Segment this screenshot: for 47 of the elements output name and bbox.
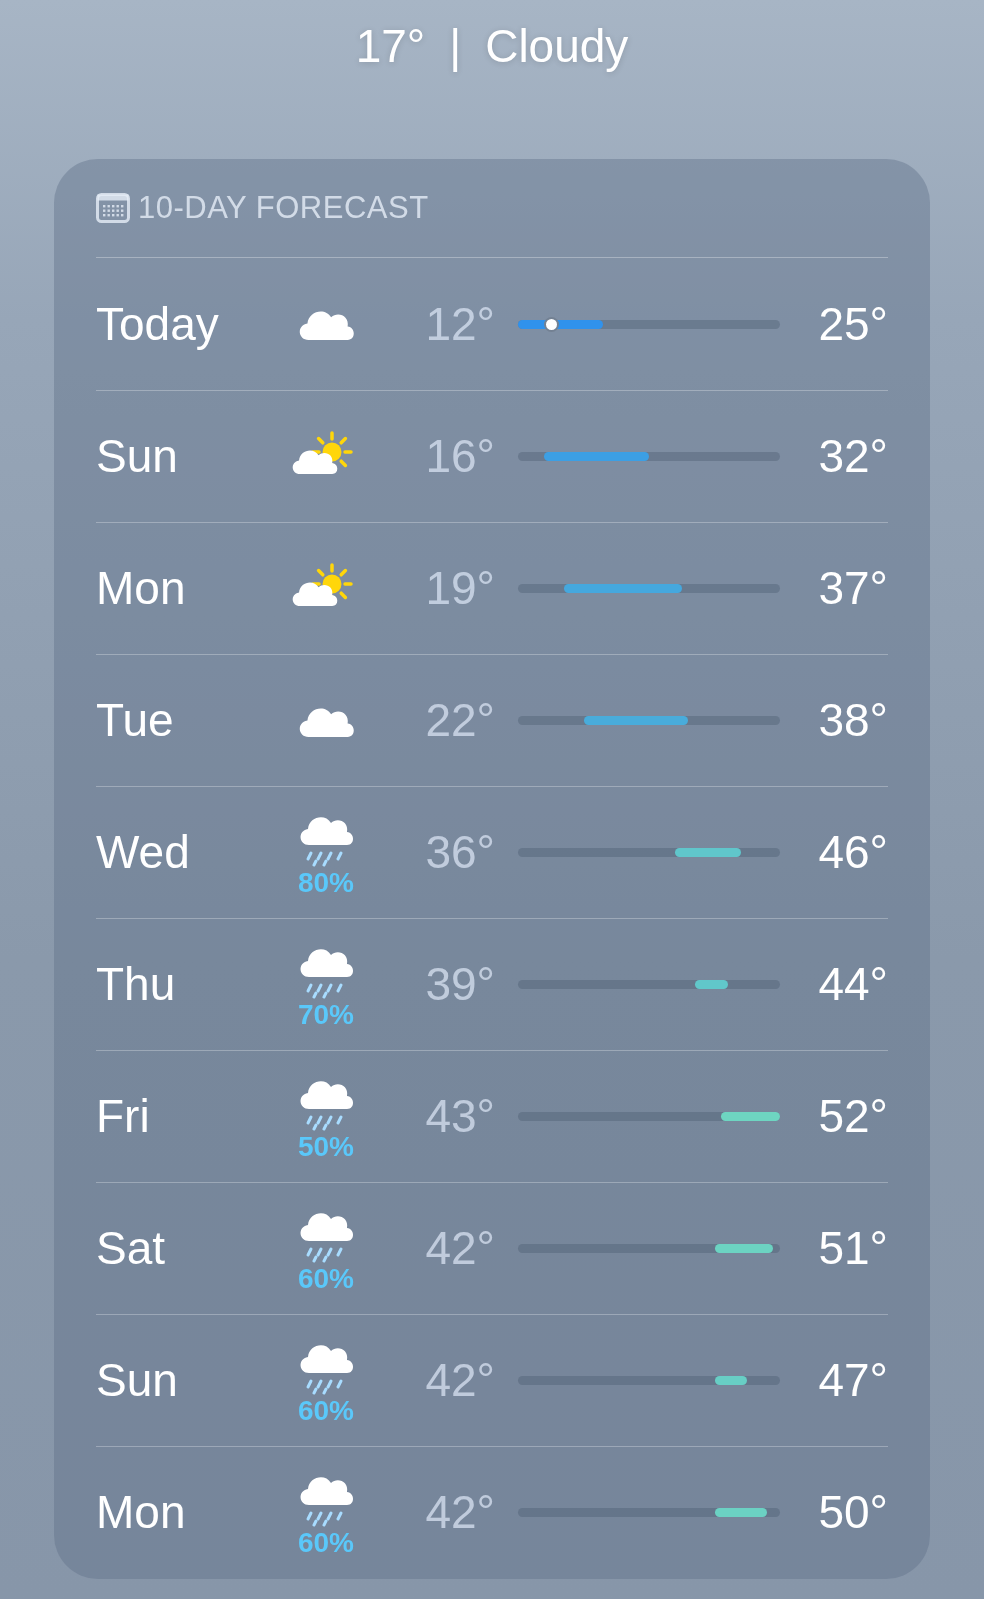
separator: |	[449, 18, 462, 74]
high-temperature: 37°	[817, 561, 888, 616]
temperature-range-fill	[675, 848, 741, 857]
low-temperature: 36°	[424, 825, 495, 880]
day-label: Wed	[96, 825, 191, 880]
high-temperature: 32°	[817, 429, 888, 484]
day-label: Mon	[96, 1485, 187, 1540]
precipitation-chance: 60%	[297, 1528, 354, 1557]
low-temperature: 19°	[424, 561, 495, 616]
precipitation-chance: 60%	[297, 1396, 354, 1425]
day-label: Sun	[96, 429, 179, 484]
calendar-icon	[96, 193, 130, 223]
day-label: Tue	[96, 693, 175, 748]
high-temperature: 52°	[817, 1089, 888, 1144]
high-temperature: 51°	[817, 1221, 888, 1276]
precipitation-chance: 80%	[297, 868, 354, 897]
low-temperature: 22°	[424, 693, 495, 748]
high-temperature: 25°	[817, 296, 888, 352]
high-temperature: 44°	[817, 957, 888, 1012]
low-temperature: 43°	[424, 1089, 495, 1144]
precipitation-chance: 70%	[297, 1000, 354, 1029]
current-condition: Cloudy	[485, 18, 629, 74]
low-temperature: 12°	[424, 296, 495, 352]
low-temperature: 16°	[424, 429, 495, 484]
high-temperature: 47°	[817, 1353, 888, 1408]
temperature-range-fill	[721, 1112, 780, 1121]
day-label: Sat	[96, 1221, 167, 1276]
low-temperature: 42°	[424, 1353, 495, 1408]
precipitation-chance: 60%	[297, 1264, 354, 1293]
day-label: Mon	[96, 561, 187, 616]
section-title: 10-DAY FORECAST	[138, 188, 429, 227]
high-temperature: 50°	[817, 1485, 888, 1540]
high-temperature: 38°	[817, 693, 888, 748]
day-label: Today	[96, 296, 220, 352]
temperature-range-fill	[714, 1376, 748, 1385]
low-temperature: 42°	[424, 1485, 495, 1540]
day-label: Thu	[96, 957, 177, 1012]
current-temperature: 17°	[355, 18, 426, 74]
temperature-range-fill	[714, 1508, 767, 1517]
low-temperature: 39°	[424, 957, 495, 1012]
day-label: Sun	[96, 1353, 179, 1408]
day-label: Fri	[96, 1089, 151, 1144]
high-temperature: 46°	[817, 825, 888, 880]
temperature-range-fill	[694, 980, 728, 989]
temperature-range-fill	[714, 1244, 774, 1253]
precipitation-chance: 50%	[297, 1132, 354, 1161]
low-temperature: 42°	[424, 1221, 495, 1276]
